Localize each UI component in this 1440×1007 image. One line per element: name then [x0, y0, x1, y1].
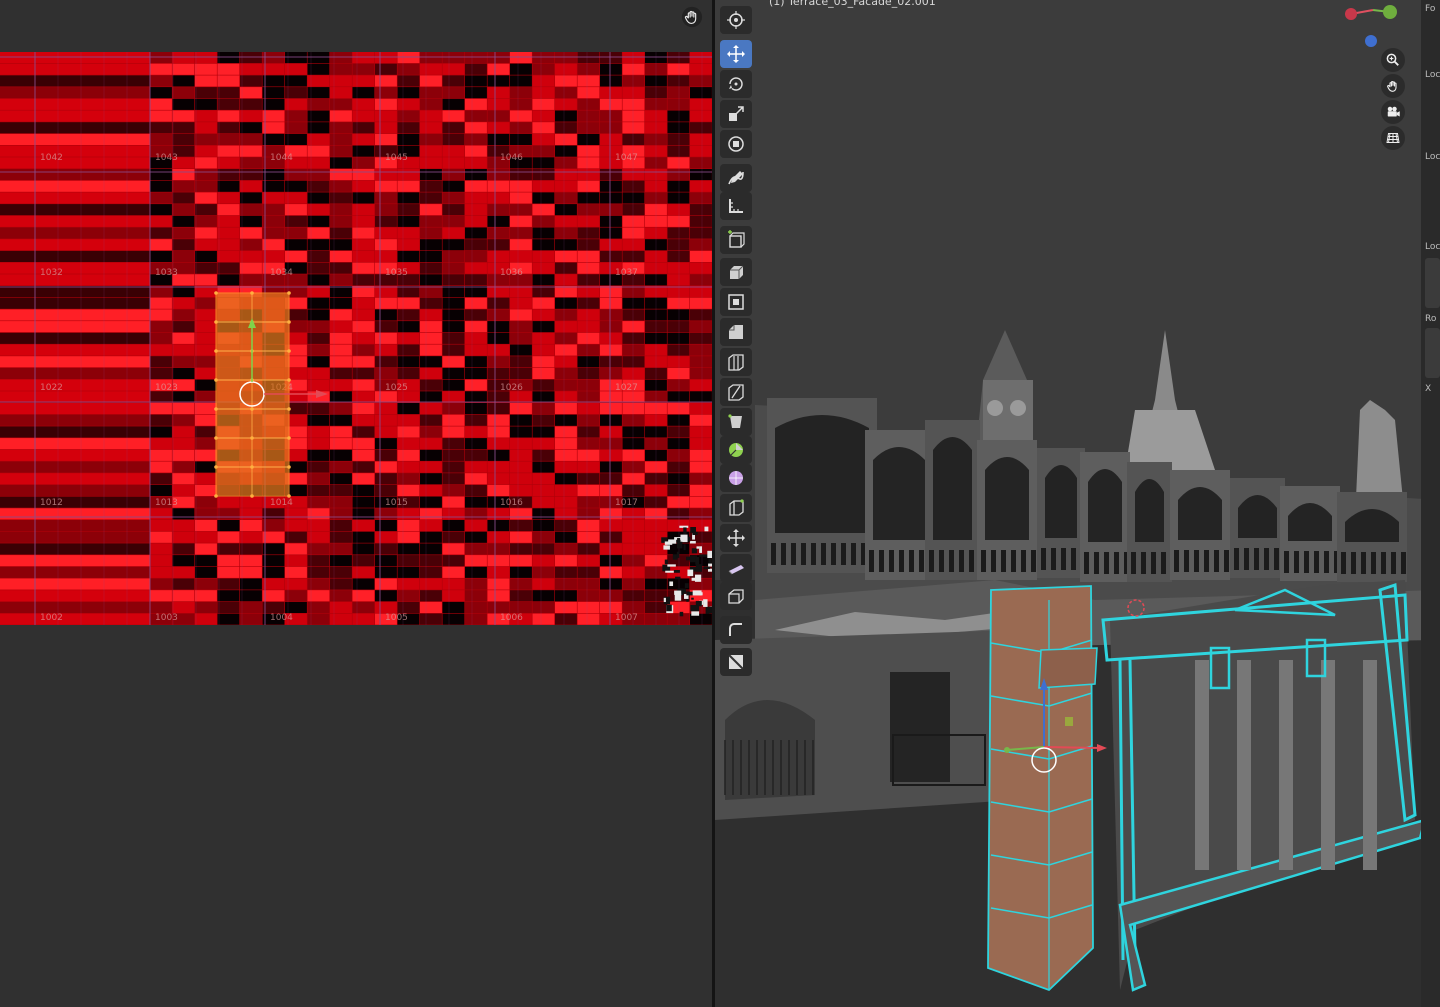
sidebar-label-location: Loc [1425, 70, 1440, 80]
navigation-gizmo[interactable] [1335, 0, 1405, 50]
uv-tile-label: 1015 [385, 498, 408, 508]
pan-hand-icon [1387, 80, 1397, 92]
camera-icon [1387, 106, 1400, 117]
tool-loop-cut[interactable] [720, 348, 752, 376]
tool-add-cube[interactable] [720, 226, 752, 254]
rip-icon [728, 589, 744, 604]
zoom-icon [1386, 53, 1399, 66]
inset-icon [728, 294, 744, 310]
sidebar-label-location-2: Loc [1425, 152, 1440, 162]
uv-tile-label: 1044 [270, 153, 293, 163]
grid-view-icon [1386, 133, 1400, 143]
extra-tool-icon [729, 623, 742, 636]
shrink-fatten-icon [727, 529, 745, 547]
uv-tile-label: 1035 [385, 268, 408, 278]
uv-pan-hand-icon[interactable] [681, 6, 703, 28]
uv-editor[interactable]: 1042 1043 1044 1045 1046 1047 1032 1033 1034 1035… [0, 0, 712, 1007]
tool-transform[interactable] [720, 130, 752, 158]
shear-icon [728, 565, 744, 575]
measure-icon [729, 199, 743, 213]
extrude-icon [730, 265, 744, 279]
tool-knife[interactable] [720, 378, 752, 406]
uv-tile-label: 1026 [500, 383, 523, 393]
knife-icon [728, 384, 744, 401]
add-cube-icon [728, 230, 745, 248]
ortho-toggle-button[interactable] [1381, 126, 1405, 150]
tool-smooth[interactable] [720, 464, 752, 492]
cursor-icon [727, 11, 745, 29]
uv-tile-label: 1002 [40, 613, 63, 623]
transform-icon [728, 136, 744, 152]
uv-tile-label: 1047 [615, 153, 638, 163]
camera-view-button[interactable] [1381, 100, 1405, 124]
zoom-button[interactable] [1381, 48, 1405, 72]
tool-extra-tool-2[interactable] [720, 648, 752, 676]
pan-button[interactable] [1381, 74, 1405, 98]
tool-bevel[interactable] [720, 318, 752, 346]
smooth-icon [729, 471, 743, 485]
uv-tile-label: 1012 [40, 498, 63, 508]
uv-tile-label: 1027 [615, 383, 638, 393]
extra-tool-2-icon [728, 654, 744, 670]
3d-viewport[interactable]: (1) Terrace_03_Facade_02.001 Fo Loc Loc … [715, 0, 1440, 1007]
uv-tile-label: 1005 [385, 613, 408, 623]
move-icon [727, 45, 745, 63]
tool-extra-tool[interactable] [720, 616, 752, 644]
uv-tile-label: 1034 [270, 268, 293, 278]
tool-inset[interactable] [720, 288, 752, 316]
uv-tile-label: 1016 [500, 498, 523, 508]
tool-move[interactable] [720, 40, 752, 68]
sidebar-label-location-3: Loc [1425, 242, 1440, 252]
tool-poly-build[interactable] [720, 408, 752, 436]
uv-tile-label: 1036 [500, 268, 523, 278]
poly-build-icon [728, 414, 742, 428]
scale-icon [729, 106, 744, 121]
uv-tile-label: 1023 [155, 383, 178, 393]
edge-slide-icon [729, 499, 744, 516]
tool-rip[interactable] [720, 582, 752, 610]
uv-tile-label: 1022 [40, 383, 63, 393]
uv-tile-label: 1006 [500, 613, 523, 623]
uv-tile-label: 1025 [385, 383, 408, 393]
sidebar-label-rotation: Ro [1425, 314, 1437, 324]
uv-tile-label: 1004 [270, 613, 293, 623]
tool-shrink-fatten[interactable] [720, 524, 752, 552]
rotate-icon [729, 77, 743, 91]
spin-icon [729, 443, 743, 457]
uv-tile-label: 1014 [270, 498, 293, 508]
tool-scale[interactable] [720, 100, 752, 128]
sidebar-label-focal: Fo [1425, 4, 1436, 14]
sidebar-field-rotation[interactable] [1425, 328, 1440, 378]
uv-tile-label: 1043 [155, 153, 178, 163]
uv-tile-label: 1013 [155, 498, 178, 508]
tool-rotate[interactable] [720, 70, 752, 98]
tool-cursor[interactable] [720, 6, 752, 34]
uv-tile-label: 1017 [615, 498, 638, 508]
uv-tile-label: 1032 [40, 268, 63, 278]
uv-tile-label: 1045 [385, 153, 408, 163]
annotate-icon [728, 171, 744, 185]
loop-cut-icon [728, 354, 744, 371]
tool-measure[interactable] [720, 192, 752, 220]
uv-tile-label: 1033 [155, 268, 178, 278]
tool-shear[interactable] [720, 554, 752, 582]
uv-texture-canvas[interactable]: 1042 1043 1044 1045 1046 1047 1032 1033 1034 1035… [0, 52, 712, 625]
uv-tile-label: 1007 [615, 613, 638, 623]
tool-annotate[interactable] [720, 164, 752, 192]
uv-tile-label: 1046 [500, 153, 523, 163]
sidebar-field-location[interactable] [1425, 258, 1440, 308]
uv-tile-label: 1003 [155, 613, 178, 623]
tool-extrude[interactable] [720, 258, 752, 286]
tool-spin[interactable] [720, 436, 752, 464]
bevel-icon [729, 325, 743, 339]
sidebar-n-panel[interactable]: Fo Loc Loc Loc Ro X [1421, 0, 1440, 1007]
brick-pillar-mesh[interactable] [987, 585, 1107, 992]
sidebar-label-x: X [1425, 384, 1432, 394]
uv-tile-label: 1042 [40, 153, 63, 163]
viewport-object-title: (1) Terrace_03_Facade_02.001 [769, 0, 936, 8]
viewport-scene[interactable] [715, 0, 1440, 1007]
uv-tile-label: 1037 [615, 268, 638, 278]
tool-edge-slide[interactable] [720, 494, 752, 522]
